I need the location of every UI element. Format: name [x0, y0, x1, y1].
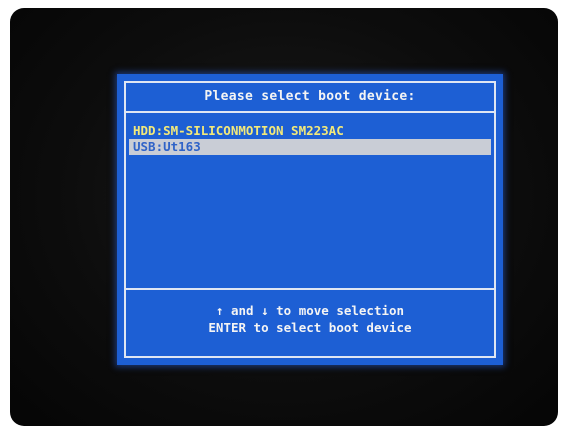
boot-menu-frame: Please select boot device: HDD:SM-SILICO… — [124, 81, 496, 358]
help-line-enter: ENTER to select boot device — [208, 320, 412, 335]
help-text-area: ↑ and ↓ to move selection ENTER to selec… — [126, 288, 494, 356]
boot-menu-dialog: Please select boot device: HDD:SM-SILICO… — [117, 74, 503, 365]
boot-device-list: HDD:SM-SILICONMOTION SM223AC USB:Ut163 — [129, 123, 491, 155]
help-line-navigation: ↑ and ↓ to move selection — [215, 303, 405, 318]
photo-background: Please select boot device: HDD:SM-SILICO… — [0, 0, 562, 429]
boot-device-hdd[interactable]: HDD:SM-SILICONMOTION SM223AC — [129, 123, 491, 139]
boot-device-usb[interactable]: USB:Ut163 — [129, 139, 491, 155]
dialog-title: Please select boot device: — [126, 83, 494, 113]
